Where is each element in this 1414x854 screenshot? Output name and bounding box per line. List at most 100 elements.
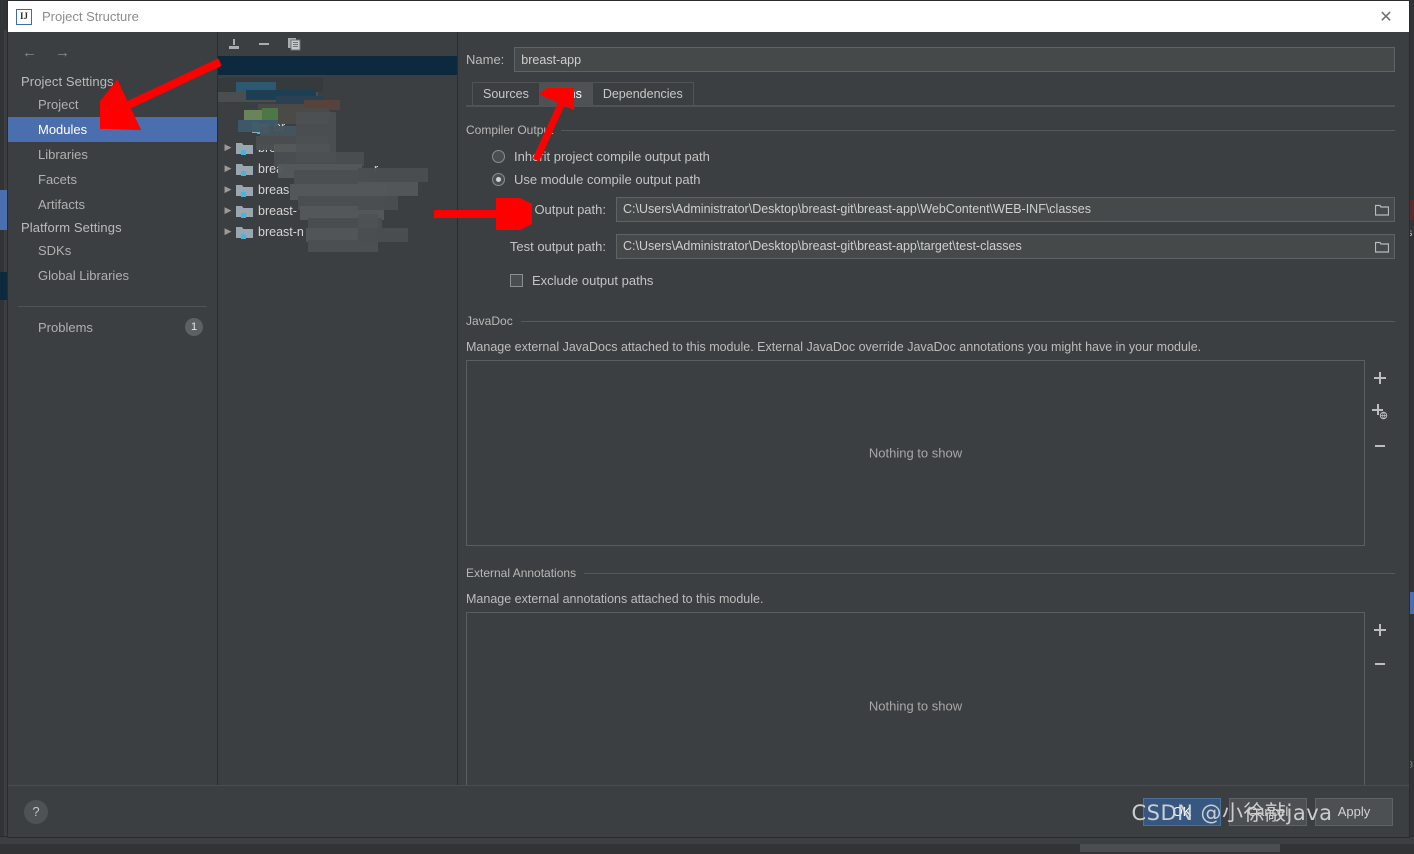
output-path-field[interactable]: C:\Users\Administrator\Desktop\breast-gi… xyxy=(616,197,1395,222)
remove-annotation-button[interactable] xyxy=(1370,654,1390,674)
compiler-output-group: Compiler Output Inherit project compile … xyxy=(466,123,1395,292)
tab-paths[interactable]: Paths xyxy=(538,82,593,105)
modules-tree-panel: br ▶ bre ▶ brea r ▶ breas r ▶ breast- ▶ … xyxy=(218,32,458,785)
javadoc-listbox-wrap: Nothing to show xyxy=(466,360,1395,546)
javadoc-group: JavaDoc Manage external JavaDocs attache… xyxy=(466,314,1395,546)
tree-twisty[interactable]: ▶ xyxy=(220,226,236,237)
javadoc-list[interactable]: Nothing to show xyxy=(466,360,1365,546)
test-output-path-value: C:\Users\Administrator\Desktop\breast-gi… xyxy=(623,239,1022,253)
use-module-output-radio[interactable] xyxy=(492,173,505,186)
tree-item-label-suffix: r xyxy=(374,161,379,176)
sidebar-item-problems[interactable]: Problems 1 xyxy=(8,313,217,341)
tree-item-label: br xyxy=(274,119,286,134)
remove-module-icon[interactable] xyxy=(256,36,272,52)
table-row[interactable]: ▶ bre xyxy=(218,137,457,158)
sidebar-divider xyxy=(18,306,207,307)
close-icon[interactable]: ✕ xyxy=(1363,1,1409,32)
folder-browse-icon[interactable] xyxy=(1370,235,1394,258)
tree-twisty[interactable]: ▶ xyxy=(220,184,236,195)
javadoc-actions xyxy=(1365,360,1395,546)
help-button[interactable]: ? xyxy=(24,799,48,824)
sidebar-group-platform-settings: Platform Settings xyxy=(21,220,122,235)
external-annotations-title-row: External Annotations xyxy=(466,566,1395,580)
ok-button[interactable]: OK xyxy=(1143,797,1221,826)
add-javadoc-url-button[interactable] xyxy=(1370,402,1390,422)
test-output-path-label: Test output path: xyxy=(509,239,606,254)
tree-item-label: breast- xyxy=(258,203,297,218)
annotations-list[interactable]: Nothing to show xyxy=(466,612,1365,785)
javadoc-title: JavaDoc xyxy=(466,314,513,328)
sidebar-item-artifacts[interactable]: Artifacts xyxy=(8,192,217,217)
output-path-row: Output path: C:\Users\Administrator\Desk… xyxy=(466,191,1395,228)
sidebar-item-global-libraries[interactable]: Global Libraries xyxy=(8,263,217,288)
add-annotation-button[interactable] xyxy=(1370,620,1390,640)
output-path-label: Output path: xyxy=(534,202,606,217)
external-annotations-title: External Annotations xyxy=(466,566,577,580)
table-row[interactable]: ▶ breas r xyxy=(218,179,457,200)
table-row[interactable]: ▶ brea r xyxy=(218,158,457,179)
add-javadoc-path-button[interactable] xyxy=(1370,368,1390,388)
inherit-output-radio-row[interactable]: Inherit project compile output path xyxy=(466,145,1395,168)
exclude-output-paths-checkbox[interactable] xyxy=(510,274,523,287)
copy-module-icon[interactable] xyxy=(286,36,302,52)
tree-twisty[interactable]: ▶ xyxy=(220,163,236,174)
group-divider xyxy=(584,572,1395,574)
tree-twisty[interactable]: ▶ xyxy=(220,205,236,216)
module-name-row: Name: xyxy=(466,44,1395,82)
add-module-icon[interactable] xyxy=(226,36,242,52)
project-structure-screen: s 10 IJ Project Structure ✕ ← → Project … xyxy=(0,0,1414,854)
folder-browse-icon[interactable] xyxy=(1370,198,1394,221)
problems-count-badge: 1 xyxy=(185,318,203,336)
module-name-input[interactable] xyxy=(514,47,1395,72)
table-row[interactable] xyxy=(218,56,457,75)
inherit-output-label: Inherit project compile output path xyxy=(514,149,710,164)
table-row[interactable] xyxy=(218,95,457,116)
test-output-path-field[interactable]: C:\Users\Administrator\Desktop\breast-gi… xyxy=(616,234,1395,259)
project-structure-dialog: IJ Project Structure ✕ ← → Project Setti… xyxy=(7,0,1410,838)
javadoc-empty-text: Nothing to show xyxy=(868,445,963,461)
external-annotations-description: Manage external annotations attached to … xyxy=(466,592,764,606)
cancel-button[interactable]: Cancel xyxy=(1229,797,1307,826)
sidebar-item-libraries[interactable]: Libraries xyxy=(8,142,217,167)
tree-twisty[interactable]: ▶ xyxy=(220,142,236,153)
tab-sources[interactable]: Sources xyxy=(472,82,540,105)
sidebar-item-facets[interactable]: Facets xyxy=(8,167,217,192)
annotations-actions xyxy=(1365,612,1395,785)
settings-sidebar: ← → Project Settings Project Modules Lib… xyxy=(8,32,218,785)
apply-button[interactable]: Apply xyxy=(1315,797,1393,826)
back-arrow-icon[interactable]: ← xyxy=(22,44,37,61)
table-row[interactable] xyxy=(218,75,457,95)
table-row[interactable]: ▶ breast- xyxy=(218,200,457,221)
intellij-idea-icon: IJ xyxy=(16,8,32,25)
ide-status-segment xyxy=(1080,844,1280,852)
output-path-value: C:\Users\Administrator\Desktop\breast-gi… xyxy=(623,202,1091,216)
sidebar-item-sdks[interactable]: SDKs xyxy=(8,238,217,263)
tree-item-label: brea xyxy=(258,161,284,176)
modules-tree-list[interactable]: br ▶ bre ▶ brea r ▶ breas r ▶ breast- ▶ … xyxy=(218,56,457,785)
sidebar-nav-arrows: ← → xyxy=(8,40,217,71)
modules-tree-toolbar xyxy=(218,32,457,56)
tab-dependencies[interactable]: Dependencies xyxy=(591,82,694,105)
dialog-title: Project Structure xyxy=(42,9,139,24)
folder-icon xyxy=(236,225,253,239)
exclude-output-paths-row[interactable]: Exclude output paths xyxy=(466,265,1395,292)
annotations-empty-text: Nothing to show xyxy=(868,698,963,714)
remove-javadoc-button[interactable] xyxy=(1370,436,1390,456)
inherit-output-radio[interactable] xyxy=(492,150,505,163)
tree-item-label: breast-n xyxy=(258,224,304,239)
group-divider xyxy=(520,320,1395,322)
use-module-output-radio-row[interactable]: Use module compile output path xyxy=(466,168,1395,191)
problems-label: Problems xyxy=(38,319,93,335)
external-annotations-group: External Annotations Manage external ann… xyxy=(466,566,1395,785)
forward-arrow-icon[interactable]: → xyxy=(55,44,70,61)
tree-item-label: bre xyxy=(258,140,277,155)
folder-icon xyxy=(236,162,253,176)
module-editor: Name: Sources Paths Dependencies Compile… xyxy=(458,32,1409,785)
table-row[interactable]: br xyxy=(218,116,457,137)
table-row[interactable]: ▶ breast-n xyxy=(218,221,457,242)
sidebar-item-project[interactable]: Project xyxy=(8,92,217,117)
group-divider xyxy=(561,129,1395,131)
sidebar-item-modules[interactable]: Modules xyxy=(8,117,217,142)
dialog-body: ← → Project Settings Project Modules Lib… xyxy=(8,32,1409,785)
use-module-output-label: Use module compile output path xyxy=(514,172,701,187)
